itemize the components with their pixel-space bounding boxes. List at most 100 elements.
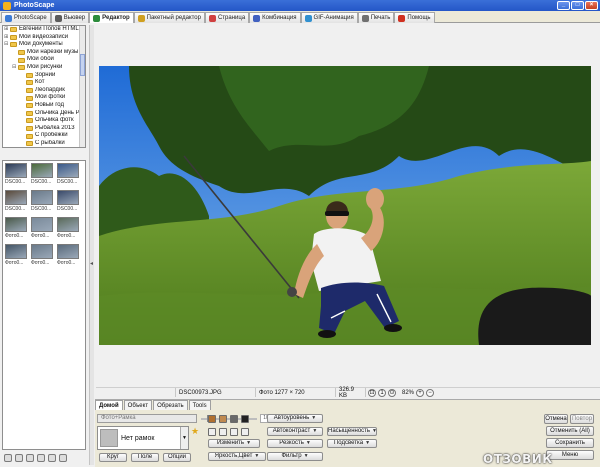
star-icon[interactable]: ★ — [191, 426, 199, 437]
zoom-out-icon[interactable]: − — [426, 388, 435, 397]
close-button[interactable]: × — [585, 1, 598, 10]
tree-item[interactable]: С пробежки — [3, 132, 85, 140]
tree-scrollbar[interactable] — [79, 26, 85, 147]
editor-tab-2[interactable]: Обрезать — [153, 400, 188, 410]
frame-select[interactable]: Фото+Рамка — [97, 414, 197, 423]
slider-icon[interactable] — [59, 454, 67, 462]
flip-vertical-icon[interactable] — [241, 428, 249, 436]
thumbnail-image[interactable] — [57, 217, 79, 232]
thumbnail-item[interactable]: Фото0... — [31, 244, 55, 266]
thumbnail-item[interactable]: Фото0... — [57, 244, 81, 266]
filter-button[interactable]: Фильтр ▼ — [267, 452, 323, 461]
tab-4[interactable]: Страница — [204, 12, 250, 23]
tree-item[interactable]: Новый год — [3, 102, 85, 110]
brightness-color-button[interactable]: Яркость,Цвет ▼ — [208, 452, 266, 461]
circle-button[interactable]: Круг — [99, 453, 127, 462]
folder-up-icon[interactable] — [4, 454, 12, 462]
panel-splitter[interactable]: ◂ — [89, 25, 94, 465]
thumbnail-image[interactable] — [5, 163, 27, 178]
save-button[interactable]: Сохранить — [546, 438, 594, 448]
thumbnail-image[interactable] — [5, 244, 27, 259]
tree-scrollbar-thumb[interactable] — [80, 54, 85, 76]
chevron-down-icon[interactable]: ▼ — [180, 427, 188, 449]
tab-0[interactable]: PhotoScape — [1, 12, 51, 23]
margin-button[interactable]: Поле — [131, 453, 159, 462]
tree-item[interactable]: Мои обои — [3, 56, 85, 64]
thumbnail-image[interactable] — [57, 190, 79, 205]
thumbnail-item[interactable]: DSC00... — [31, 163, 55, 185]
thumbnail-image[interactable] — [5, 190, 27, 205]
redo-button[interactable]: Повтор — [570, 414, 594, 424]
thumbnail-item[interactable]: Фото0... — [5, 244, 29, 266]
thumbnail-image[interactable] — [31, 190, 53, 205]
tree-item[interactable]: Мои нарезки музы — [3, 49, 85, 57]
tree-item[interactable]: Мои фотки — [3, 94, 85, 102]
black-white-icon[interactable] — [241, 415, 249, 423]
thumbnail-item[interactable]: DSC00... — [57, 163, 81, 185]
thumbnail-image[interactable] — [31, 217, 53, 232]
thumbnail-item[interactable]: Фото0... — [31, 217, 55, 239]
tab-2[interactable]: Редактор — [89, 12, 134, 23]
tree-item[interactable]: ⊞ Мои видеозаписи — [3, 34, 85, 42]
thumbnail-image[interactable] — [57, 244, 79, 259]
folder-new-icon[interactable] — [15, 454, 23, 462]
thumbnail-item[interactable]: Фото0... — [57, 217, 81, 239]
tree-item[interactable]: ⊟ Мои рисунки — [3, 64, 85, 72]
editor-tab-3[interactable]: Tools — [188, 400, 211, 410]
tree-item[interactable]: Ольчика День Р — [3, 110, 85, 118]
thumbnail-item[interactable]: DSC00... — [57, 190, 81, 212]
tree-item[interactable]: ⊞ Евгений Попов HTML — [3, 26, 85, 34]
thumbnail-image[interactable] — [31, 244, 53, 259]
color-tone-icon[interactable] — [208, 415, 216, 423]
sharpen-button[interactable]: Резкость ▼ — [267, 439, 323, 448]
tree-item[interactable]: Зорний — [3, 72, 85, 80]
sepia-icon[interactable] — [219, 415, 227, 423]
grayscale-icon[interactable] — [230, 415, 238, 423]
thumbnail-item[interactable]: DSC00... — [5, 163, 29, 185]
thumbnail-item[interactable]: DSC00... — [5, 190, 29, 212]
zoom-actual-icon[interactable]: 1 — [378, 388, 386, 397]
tab-6[interactable]: GIF-Анимация — [300, 12, 358, 23]
frame-preview[interactable]: Нет рамок ▼ — [97, 426, 189, 450]
tree-item[interactable]: ⊟ Мои документы — [3, 41, 85, 49]
rotate-left-icon[interactable] — [208, 428, 216, 436]
tree-item[interactable]: Рыбалка 2013 — [3, 125, 85, 133]
resize-button[interactable]: Изменить ▼ — [208, 439, 260, 448]
thumbnail-item[interactable]: DSC00... — [31, 190, 55, 212]
backlight-button[interactable]: Подсветка ▼ — [327, 439, 377, 448]
thumbnail-image[interactable] — [57, 163, 79, 178]
editor-tab-0[interactable]: Домой — [95, 400, 123, 410]
undo-button[interactable]: Отмена — [544, 414, 568, 424]
options-button[interactable]: Опции — [163, 453, 191, 462]
zoom-in-icon[interactable]: + — [416, 388, 425, 397]
tab-1[interactable]: Вьювер — [50, 12, 90, 23]
thumbnail-item[interactable]: Фото0... — [5, 217, 29, 239]
auto-contrast-button[interactable]: Автоконтраст ▼ — [267, 427, 323, 436]
menu-button[interactable]: Меню — [546, 450, 594, 460]
flip-horizontal-icon[interactable] — [230, 428, 238, 436]
tree-item[interactable]: Ольчика фотк — [3, 117, 85, 125]
arrow-right-icon[interactable] — [48, 454, 56, 462]
rotate-right-icon[interactable] — [219, 428, 227, 436]
thumbnail-image[interactable] — [5, 217, 27, 232]
tab-8[interactable]: Помощь — [394, 12, 435, 23]
maximize-button[interactable]: □ — [571, 1, 584, 10]
thumbnail-image[interactable] — [31, 163, 53, 178]
zoom-full-icon[interactable]: ⊙ — [388, 388, 396, 397]
tab-7[interactable]: Печать — [357, 12, 395, 23]
refresh-icon[interactable] — [26, 454, 34, 462]
zoom-fit-icon[interactable]: ⊡ — [368, 388, 376, 397]
folder-tree[interactable]: ⊞ Евгений Попов HTML ⊞ Мои видеозаписи ⊟ Мои … — [2, 25, 86, 148]
saturation-button[interactable]: Насыщенность ▼ — [327, 427, 377, 436]
arrow-left-icon[interactable] — [37, 454, 45, 462]
thumbnail-browser[interactable]: DSC00... DSC00... DSC00... DSC00... DSC00...… — [2, 160, 86, 450]
splitter-grip-icon[interactable]: ◂ — [90, 260, 94, 268]
auto-level-button[interactable]: Автоуровень ▼ — [267, 414, 323, 423]
tree-item[interactable]: С рыбалки — [3, 140, 85, 147]
photo-workspace[interactable] — [96, 25, 600, 385]
editor-tab-1[interactable]: Объект — [123, 400, 153, 410]
tree-item[interactable]: Леопардик — [3, 87, 85, 95]
tab-3[interactable]: Пакетный редактор — [133, 12, 205, 23]
photo-canvas[interactable] — [99, 66, 591, 345]
undo-all-button[interactable]: Отменить (All) — [546, 426, 594, 436]
